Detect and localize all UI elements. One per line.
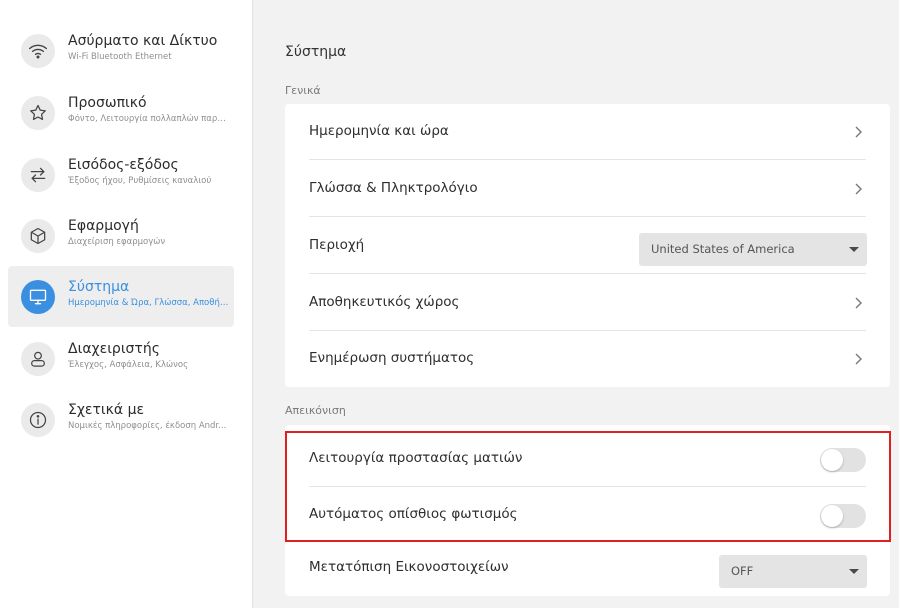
info-icon	[21, 403, 55, 437]
caret-down-icon	[849, 569, 859, 574]
sidebar-item-wireless-network[interactable]: Ασύρματο και Δίκτυο Wi-Fi Bluetooth Ethe…	[8, 20, 234, 81]
sidebar-item-subtitle: Έξοδος ήχου, Ρυθμίσεις καναλιού	[68, 176, 212, 186]
main-content: Σύστημα Γενικά Ημερομηνία και ώρα Γλώσσα…	[254, 0, 899, 608]
sidebar-item-application[interactable]: Εφαρμογή Διαχείριση εφαρμογών	[8, 205, 234, 266]
sidebar-item-subtitle: Φόντο, Λειτουργία πολλαπλών παρα...	[68, 114, 230, 124]
pixel-shift-select-value: OFF	[731, 564, 754, 578]
pixel-shift-row: Μετατόπιση Εικονοστοιχείων OFF	[285, 540, 890, 596]
sidebar-item-subtitle: Έλεγχος, Ασφάλεια, Κλώνος	[68, 360, 189, 370]
caret-down-icon	[849, 247, 859, 252]
auto-backlight-toggle[interactable]	[820, 504, 866, 528]
toggle-knob	[821, 449, 843, 471]
user-icon	[21, 342, 55, 376]
display-settings-card: Λειτουργία προστασίας ματιών Αυτόματος ο…	[285, 425, 890, 596]
language-keyboard-row[interactable]: Γλώσσα & Πληκτρολόγιο	[285, 161, 890, 217]
sidebar: Ασύρματο και Δίκτυο Wi-Fi Bluetooth Ethe…	[0, 0, 253, 608]
date-time-row[interactable]: Ημερομηνία και ώρα	[285, 104, 890, 160]
divider	[309, 159, 866, 160]
sidebar-item-title: Εισόδος-εξόδος	[68, 157, 179, 173]
row-label: Γλώσσα & Πληκτρολόγιο	[309, 180, 478, 196]
sidebar-item-subtitle: Wi-Fi Bluetooth Ethernet	[68, 52, 172, 62]
sidebar-item-system[interactable]: Σύστημα Ημερομηνία & Ώρα, Γλώσσα, Αποθήκ…	[8, 266, 234, 327]
sidebar-item-about[interactable]: Σχετικά με Νομικές πληροφορίες, έκδοση A…	[8, 389, 234, 450]
divider	[309, 216, 866, 217]
page-title: Σύστημα	[285, 44, 347, 60]
sidebar-item-title: Ασύρματο και Δίκτυο	[68, 33, 218, 49]
row-label: Αποθηκευτικός χώρος	[309, 294, 460, 310]
sidebar-item-title: Σχετικά με	[68, 402, 145, 418]
auto-backlight-row: Αυτόματος οπίσθιος φωτισμός	[285, 487, 890, 543]
region-select-value: United States of America	[651, 242, 795, 256]
chevron-right-icon	[855, 297, 862, 309]
row-label: Ημερομηνία και ώρα	[309, 123, 449, 139]
chevron-right-icon	[855, 126, 862, 138]
section-label-general: Γενικά	[285, 84, 321, 97]
sidebar-item-subtitle: Νομικές πληροφορίες, έκδοση Andr...	[68, 421, 227, 431]
sidebar-item-title: Διαχειριστής	[68, 341, 160, 357]
sidebar-item-title: Προσωπικό	[68, 95, 147, 111]
sidebar-item-title: Εφαρμογή	[68, 218, 139, 234]
wifi-icon	[21, 34, 55, 68]
divider	[309, 273, 866, 274]
sidebar-item-subtitle: Διαχείριση εφαρμογών	[68, 237, 166, 247]
section-label-display: Απεικόνιση	[285, 404, 346, 417]
monitor-icon	[21, 280, 55, 314]
star-icon	[21, 96, 55, 130]
sidebar-item-subtitle: Ημερομηνία & Ώρα, Γλώσσα, Αποθήκ...	[68, 298, 230, 308]
pixel-shift-select[interactable]: OFF	[719, 555, 867, 588]
row-label: Λειτουργία προστασίας ματιών	[309, 450, 523, 466]
sidebar-item-administrator[interactable]: Διαχειριστής Έλεγχος, Ασφάλεια, Κλώνος	[8, 328, 234, 389]
row-label: Μετατόπιση Εικονοστοιχείων	[309, 559, 509, 575]
eye-protection-row: Λειτουργία προστασίας ματιών	[285, 431, 890, 487]
storage-row[interactable]: Αποθηκευτικός χώρος	[285, 275, 890, 331]
region-row: Περιοχή United States of America	[285, 218, 890, 274]
system-update-row[interactable]: Ενημέρωση συστήματος	[285, 331, 890, 387]
row-label: Αυτόματος οπίσθιος φωτισμός	[309, 506, 518, 522]
toggle-knob	[821, 505, 843, 527]
region-select[interactable]: United States of America	[639, 233, 867, 266]
row-label: Ενημέρωση συστήματος	[309, 350, 475, 366]
sidebar-item-personal[interactable]: Προσωπικό Φόντο, Λειτουργία πολλαπλών πα…	[8, 82, 234, 143]
chevron-right-icon	[855, 353, 862, 365]
chevron-right-icon	[855, 183, 862, 195]
sidebar-item-input-output[interactable]: Εισόδος-εξόδος Έξοδος ήχου, Ρυθμίσεις κα…	[8, 144, 234, 205]
swap-arrows-icon	[21, 158, 55, 192]
eye-protection-toggle[interactable]	[820, 448, 866, 472]
sidebar-item-title: Σύστημα	[68, 279, 130, 295]
general-settings-card: Ημερομηνία και ώρα Γλώσσα & Πληκτρολόγιο…	[285, 104, 890, 387]
row-label: Περιοχή	[309, 237, 365, 253]
app-cube-icon	[21, 219, 55, 253]
